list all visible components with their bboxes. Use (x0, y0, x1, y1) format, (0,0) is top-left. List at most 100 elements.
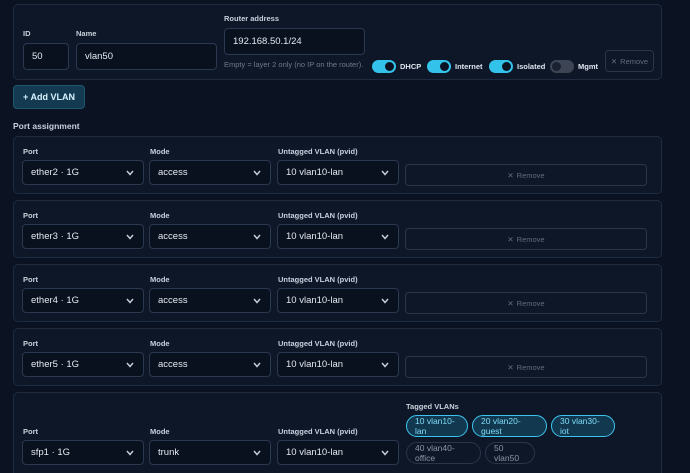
chevron-down-icon (252, 232, 262, 242)
mode-label: Mode (150, 339, 170, 348)
mode-select[interactable]: access (149, 288, 271, 313)
remove-port-label: Remove (516, 362, 545, 372)
port-select[interactable]: ether4 · 1G (22, 288, 144, 313)
pvid-label: Untagged VLAN (pvid) (278, 211, 358, 220)
port-select[interactable]: ether2 · 1G (22, 160, 144, 185)
pvid-select-value: 10 vlan10-lan (286, 359, 344, 370)
remove-port-label: Remove (516, 298, 545, 308)
internet-label: Internet (455, 62, 483, 71)
pvid-select[interactable]: 10 vlan10-lan (277, 352, 399, 377)
tagged-vlan-chip[interactable]: 50 vlan50 (485, 442, 535, 464)
mode-label: Mode (150, 211, 170, 220)
router-address-input[interactable]: 192.168.50.1/24 (224, 28, 365, 55)
tagged-vlan-chip[interactable]: 40 vlan40-office (406, 442, 481, 464)
mode-select-value: trunk (158, 447, 180, 458)
mode-label: Mode (150, 275, 170, 284)
chevron-down-icon (125, 360, 135, 370)
pvid-select-value: 10 vlan10-lan (286, 231, 344, 242)
pvid-select[interactable]: 10 vlan10-lan (277, 160, 399, 185)
pvid-select-value: 10 vlan10-lan (286, 447, 344, 458)
mode-select[interactable]: access (149, 352, 271, 377)
vlan-id-input[interactable]: 50 (23, 43, 69, 70)
close-icon: ✕ (507, 298, 514, 308)
chevron-down-icon (125, 168, 135, 178)
remove-port-button[interactable]: ✕ Remove (405, 356, 647, 378)
close-icon: ✕ (507, 170, 514, 180)
remove-port-label: Remove (516, 170, 545, 180)
port-select-value: ether3 · 1G (31, 231, 80, 242)
port-label: Port (23, 339, 38, 348)
mgmt-label: Mgmt (578, 62, 598, 71)
chevron-down-icon (252, 360, 262, 370)
chevron-down-icon (252, 168, 262, 178)
router-address-hint: Empty = layer 2 only (no IP on the route… (224, 60, 364, 69)
pvid-select-value: 10 vlan10-lan (286, 167, 344, 178)
pvid-label: Untagged VLAN (pvid) (278, 275, 358, 284)
mgmt-toggle[interactable] (550, 60, 574, 73)
tagged-vlan-chip[interactable]: 30 vlan30-iot (551, 415, 615, 437)
close-icon: ✕ (610, 56, 618, 66)
mode-select[interactable]: access (149, 160, 271, 185)
remove-vlan-label: Remove (620, 56, 649, 66)
close-icon: ✕ (507, 234, 514, 244)
port-select[interactable]: sfp1 · 1G (22, 440, 144, 465)
port-select-value: ether4 · 1G (31, 295, 80, 306)
vlan-name-input[interactable]: vlan50 (76, 43, 217, 70)
name-label: Name (76, 29, 97, 38)
port-row-trunk: Port sfp1 · 1G Mode trunk Untagged VLAN … (13, 392, 662, 473)
chevron-down-icon (252, 448, 262, 458)
pvid-select[interactable]: 10 vlan10-lan (277, 288, 399, 313)
port-row: Port ether2 · 1G Mode access Untagged VL… (13, 136, 662, 194)
remove-port-button[interactable]: ✕ Remove (405, 292, 647, 314)
port-select[interactable]: ether5 · 1G (22, 352, 144, 377)
isolated-toggle[interactable] (489, 60, 513, 73)
router-address-label: Router address (224, 14, 280, 23)
port-label: Port (23, 427, 38, 436)
pvid-label: Untagged VLAN (pvid) (278, 339, 358, 348)
port-select-value: sfp1 · 1G (31, 447, 71, 458)
chevron-down-icon (125, 448, 135, 458)
internet-toggle[interactable] (427, 60, 451, 73)
tagged-vlan-chip[interactable]: 20 vlan20-guest (472, 415, 547, 437)
dhcp-toggle[interactable] (372, 60, 396, 73)
chevron-down-icon (380, 448, 390, 458)
chevron-down-icon (125, 296, 135, 306)
port-select[interactable]: ether3 · 1G (22, 224, 144, 249)
remove-port-button[interactable]: ✕ Remove (405, 164, 647, 186)
port-row: Port ether3 · 1G Mode access Untagged VL… (13, 200, 662, 258)
pvid-label: Untagged VLAN (pvid) (278, 147, 358, 156)
tagged-vlan-chip[interactable]: 10 vlan10-lan (406, 415, 468, 437)
dhcp-label: DHCP (400, 62, 422, 71)
isolated-label: Isolated (517, 62, 546, 71)
add-vlan-button[interactable]: + Add VLAN (13, 85, 85, 109)
port-row: Port ether5 · 1G Mode access Untagged VL… (13, 328, 662, 386)
port-label: Port (23, 275, 38, 284)
mode-select-value: access (158, 167, 188, 178)
pvid-select-value: 10 vlan10-lan (286, 295, 344, 306)
mode-select[interactable]: trunk (149, 440, 271, 465)
mode-select-value: access (158, 231, 188, 242)
port-label: Port (23, 147, 38, 156)
chevron-down-icon (252, 296, 262, 306)
mode-label: Mode (150, 147, 170, 156)
remove-vlan-button[interactable]: ✕ Remove (605, 50, 654, 72)
chevron-down-icon (380, 296, 390, 306)
mode-select-value: access (158, 295, 188, 306)
pvid-label: Untagged VLAN (pvid) (278, 427, 358, 436)
mode-label: Mode (150, 427, 170, 436)
mode-select-value: access (158, 359, 188, 370)
tagged-vlans-label: Tagged VLANs (406, 402, 459, 411)
chevron-down-icon (125, 232, 135, 242)
remove-port-button[interactable]: ✕ Remove (405, 228, 647, 250)
pvid-select[interactable]: 10 vlan10-lan (277, 224, 399, 249)
pvid-select[interactable]: 10 vlan10-lan (277, 440, 399, 465)
chevron-down-icon (380, 168, 390, 178)
mode-select[interactable]: access (149, 224, 271, 249)
port-select-value: ether5 · 1G (31, 359, 80, 370)
id-label: ID (23, 29, 31, 38)
close-icon: ✕ (507, 362, 514, 372)
port-select-value: ether2 · 1G (31, 167, 80, 178)
port-row: Port ether4 · 1G Mode access Untagged VL… (13, 264, 662, 322)
chevron-down-icon (380, 232, 390, 242)
vlan-card: ID 50 Name vlan50 Router address 192.168… (13, 4, 662, 80)
